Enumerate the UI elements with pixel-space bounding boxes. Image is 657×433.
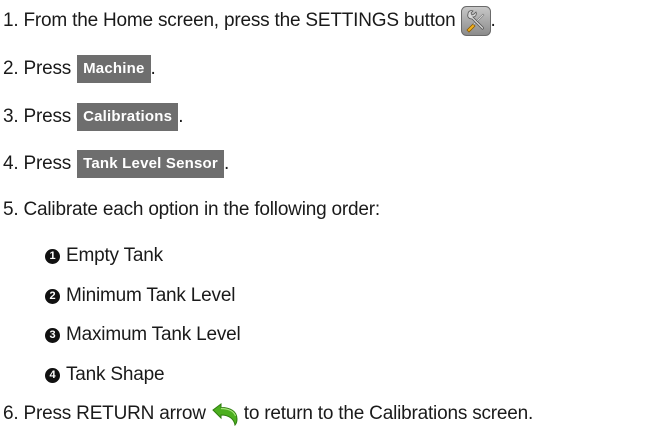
step-1-end: . [490,10,496,31]
calibrations-button[interactable]: Calibrations [77,103,179,131]
step-4-text: 4. Press [3,153,72,174]
step-2-text: 2. Press [3,58,72,79]
suboption-label: Tank Shape [66,364,165,385]
number-badge-icon: 3 [45,327,60,343]
instructions-document: 1. From the Home screen, press the SETTI… [0,0,657,432]
number-badge-icon: 1 [45,248,60,264]
suboption-4: 4 Tank Shape [45,363,165,387]
step-3: 3. Press Calibrations . [3,103,183,131]
return-arrow-icon [210,402,240,427]
tank-level-sensor-button[interactable]: Tank Level Sensor [77,150,224,178]
step-6-text: 6. Press RETURN arrow [3,403,206,424]
step-3-text: 3. Press [3,106,72,127]
step-1: 1. From the Home screen, press the SETTI… [3,6,496,36]
suboption-label: Maximum Tank Level [66,324,241,345]
step-5-text: 5. Calibrate each option in the followin… [3,199,380,220]
step-6: 6. Press RETURN arrow to return to the C… [3,402,534,427]
number-badge-icon: 2 [45,288,60,304]
step-2: 2. Press Machine . [3,55,156,83]
suboption-3: 3 Maximum Tank Level [45,323,241,347]
machine-button[interactable]: Machine [77,55,151,83]
step-3-end: . [178,106,184,127]
suboption-1: 1 Empty Tank [45,244,163,268]
step-2-end: . [150,58,156,79]
suboption-label: Minimum Tank Level [66,285,236,306]
step-5: 5. Calibrate each option in the followin… [3,198,380,222]
step-4-end: . [223,153,230,174]
step-6-end: to return to the Calibrations screen. [243,403,534,424]
settings-tools-icon [460,6,491,36]
step-4: 4. Press Tank Level Sensor . [3,150,229,178]
step-1-text: 1. From the Home screen, press the SETTI… [3,10,456,31]
suboption-label: Empty Tank [66,245,163,266]
number-badge-icon: 4 [45,367,60,383]
suboption-2: 2 Minimum Tank Level [45,284,235,308]
